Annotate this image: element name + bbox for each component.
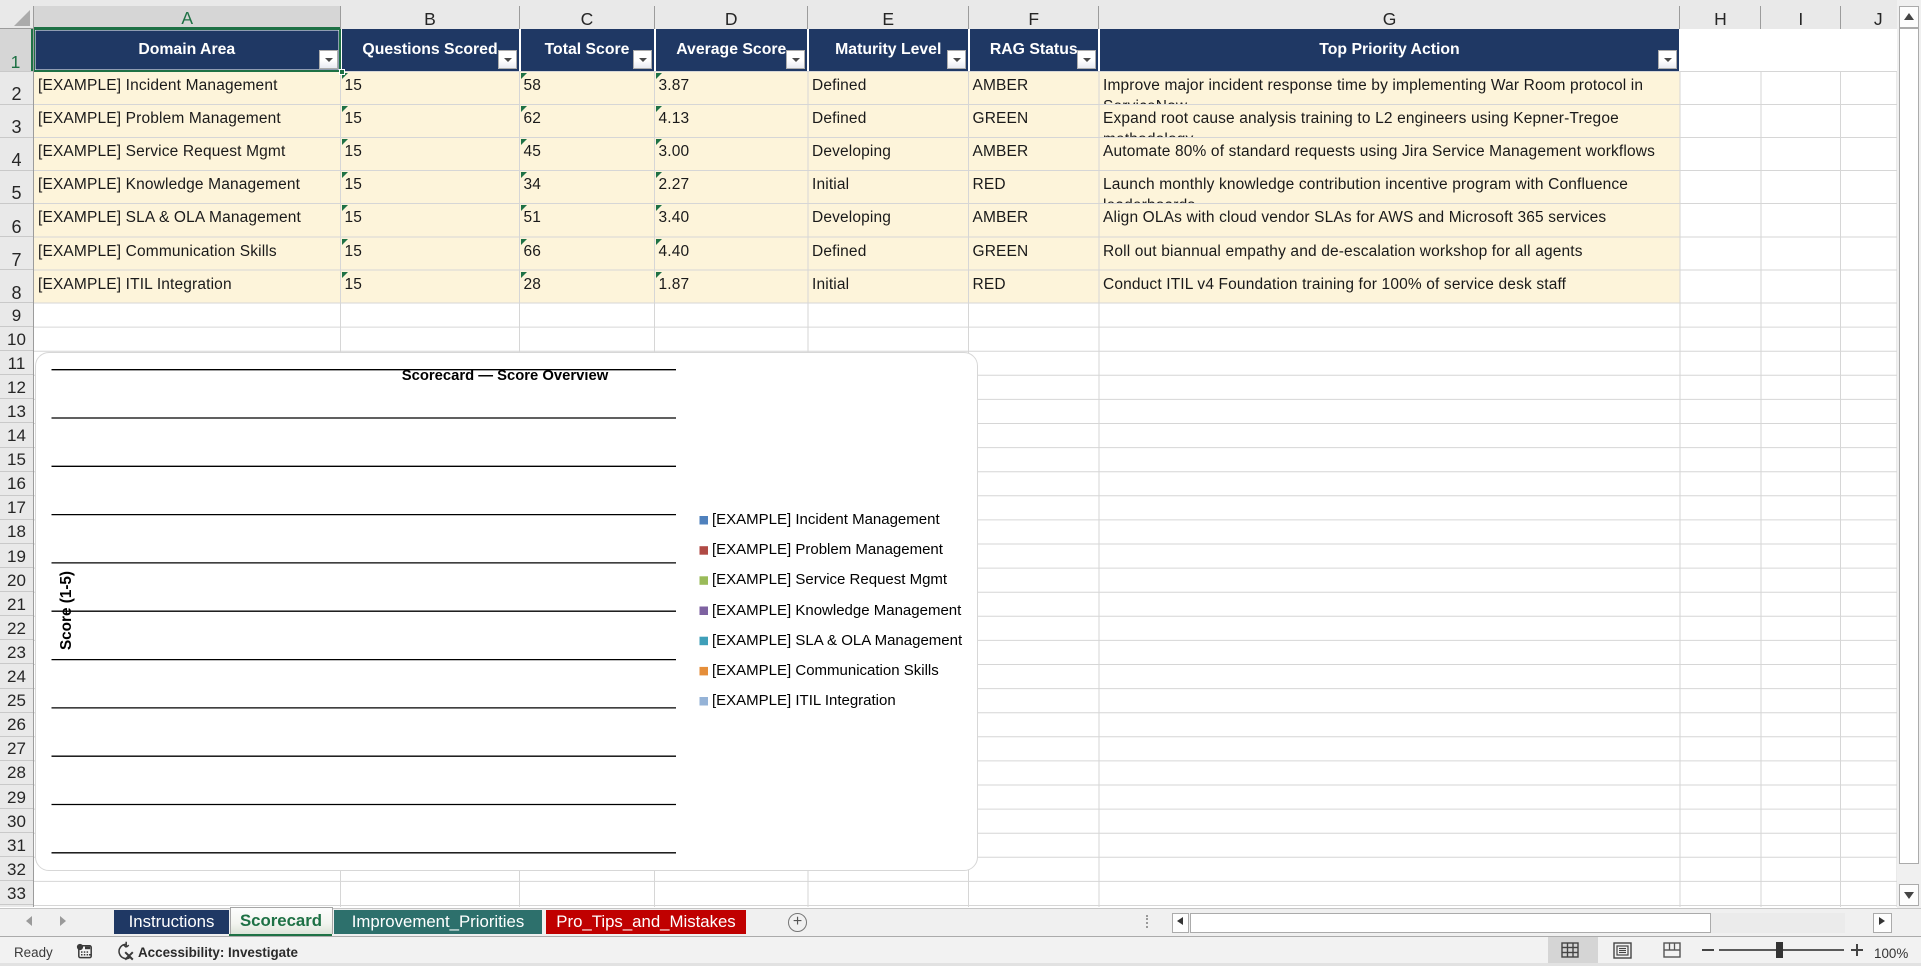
svg-text:Score (1-5): Score (1-5) xyxy=(58,570,75,649)
